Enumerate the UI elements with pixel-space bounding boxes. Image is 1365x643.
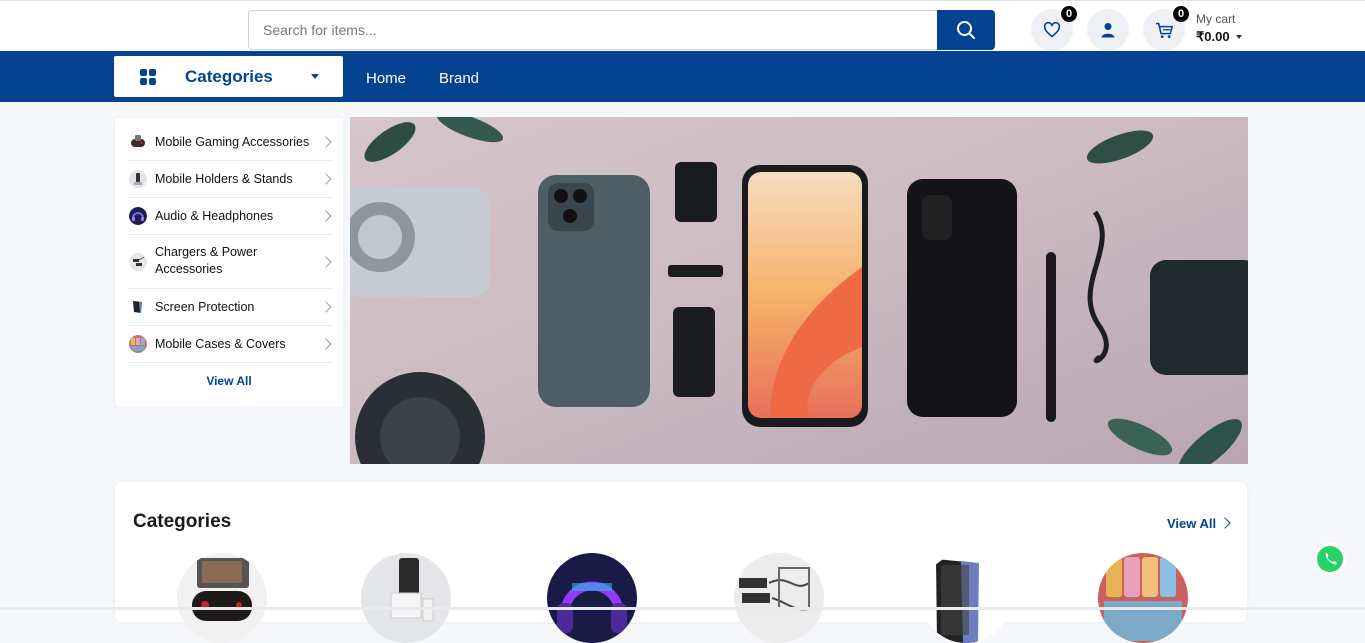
cart-button[interactable]: 0 bbox=[1143, 5, 1190, 51]
hero-banner[interactable] bbox=[350, 117, 1248, 464]
account-button[interactable] bbox=[1087, 9, 1129, 51]
charger-icon bbox=[739, 567, 815, 611]
category-card-cases[interactable] bbox=[1098, 553, 1188, 643]
category-sidebar: Mobile Gaming Accessories Mobile Holders… bbox=[115, 118, 343, 407]
search-icon bbox=[957, 21, 975, 39]
sidebar-item-chargers[interactable]: Chargers & Power Accessories bbox=[128, 235, 333, 289]
sidebar-item-label: Chargers & Power Accessories bbox=[155, 245, 258, 276]
search-bar bbox=[248, 10, 995, 50]
chevron-right-icon bbox=[320, 301, 332, 313]
chevron-right-icon bbox=[320, 136, 332, 148]
category-card-holders[interactable] bbox=[361, 553, 451, 643]
caret-down-icon bbox=[311, 74, 319, 79]
category-card-screen-protection[interactable] bbox=[921, 553, 1011, 643]
screen-icon bbox=[129, 298, 147, 316]
charger-icon bbox=[129, 253, 147, 271]
sidebar-item-cases[interactable]: Mobile Cases & Covers bbox=[128, 326, 333, 363]
category-card-audio[interactable] bbox=[547, 553, 637, 643]
cart-label: My cart bbox=[1196, 12, 1236, 26]
whatsapp-chat-button[interactable] bbox=[1314, 543, 1346, 575]
categories-section: Categories View All bbox=[115, 482, 1247, 643]
categories-dropdown-button[interactable]: Categories bbox=[114, 56, 343, 97]
categories-view-all-link[interactable]: View All bbox=[1167, 516, 1216, 531]
cart-summary[interactable]: My cart ₹0.00 bbox=[1196, 12, 1242, 46]
gamepad-icon bbox=[131, 135, 145, 147]
nav-link-brand[interactable]: Brand bbox=[439, 70, 479, 87]
gamepad-icon bbox=[192, 558, 252, 621]
sidebar-item-gaming[interactable]: Mobile Gaming Accessories bbox=[128, 124, 333, 161]
section-title: Categories bbox=[133, 511, 232, 532]
sidebar-item-screen-protection[interactable]: Screen Protection bbox=[128, 289, 333, 326]
chevron-right-icon bbox=[320, 173, 332, 185]
sidebar-item-label: Mobile Holders & Stands bbox=[155, 172, 293, 186]
screen-icon bbox=[936, 559, 979, 643]
sidebar-item-label: Mobile Cases & Covers bbox=[155, 337, 286, 351]
sidebar-item-holders[interactable]: Mobile Holders & Stands bbox=[128, 161, 333, 198]
banner-image bbox=[350, 117, 1248, 464]
grid-icon bbox=[140, 69, 156, 85]
wishlist-button[interactable]: 0 bbox=[1031, 5, 1078, 51]
category-card-gaming[interactable] bbox=[177, 553, 267, 643]
headphones-icon bbox=[129, 207, 147, 225]
sidebar-item-label: Mobile Gaming Accessories bbox=[155, 135, 310, 149]
chevron-right-icon bbox=[320, 210, 332, 222]
caret-down-icon bbox=[1235, 34, 1242, 39]
category-card-chargers[interactable] bbox=[734, 553, 824, 643]
main-navigation: Categories Home Brand bbox=[0, 51, 1365, 102]
case-icon bbox=[129, 335, 147, 353]
headphones-icon bbox=[557, 581, 627, 633]
categories-label: Categories bbox=[185, 67, 273, 86]
sidebar-item-label: Screen Protection bbox=[155, 300, 255, 314]
search-input[interactable] bbox=[249, 11, 939, 49]
sidebar-item-label: Audio & Headphones bbox=[155, 209, 274, 223]
cart-icon bbox=[1155, 22, 1173, 38]
chevron-right-icon bbox=[1219, 517, 1231, 529]
case-icon bbox=[1104, 557, 1182, 641]
user-icon bbox=[1101, 23, 1115, 38]
cart-count-badge: 0 bbox=[1172, 5, 1190, 23]
chevron-right-icon bbox=[320, 256, 332, 268]
wishlist-count-badge: 0 bbox=[1060, 5, 1078, 23]
search-button[interactable] bbox=[937, 10, 995, 50]
nav-link-home[interactable]: Home bbox=[366, 70, 406, 87]
chevron-right-icon bbox=[320, 338, 332, 350]
whatsapp-icon bbox=[1317, 546, 1343, 572]
cart-total: ₹0.00 bbox=[1196, 29, 1230, 44]
holder-icon bbox=[390, 558, 434, 622]
heart-icon bbox=[1043, 22, 1061, 38]
top-header: 0 0 My cart ₹0.00 bbox=[0, 0, 1365, 51]
sidebar-item-audio[interactable]: Audio & Headphones bbox=[128, 198, 333, 235]
holder-icon bbox=[129, 170, 147, 188]
sidebar-view-all-link[interactable]: View All bbox=[115, 374, 343, 388]
